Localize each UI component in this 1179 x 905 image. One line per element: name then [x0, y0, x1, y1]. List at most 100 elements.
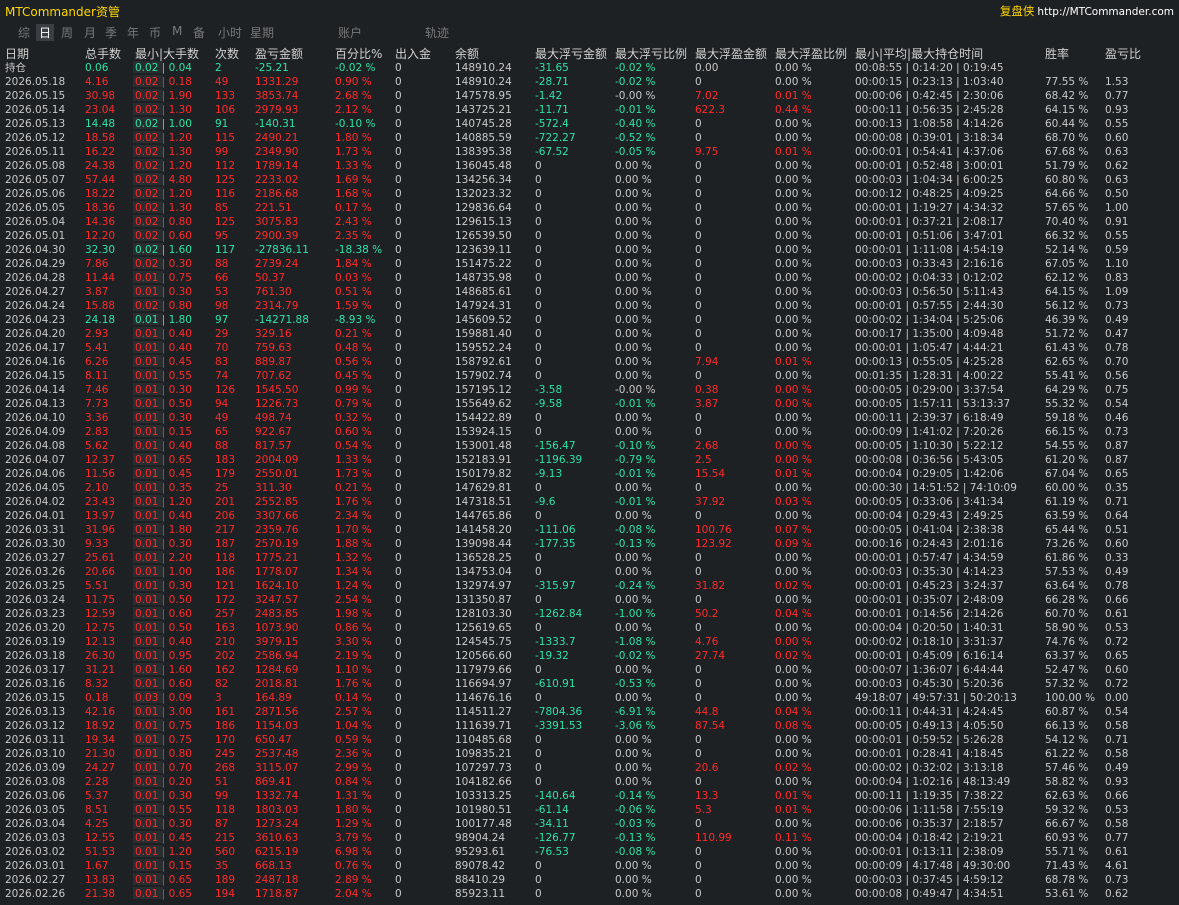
- tab-6[interactable]: 币: [149, 24, 161, 41]
- table-row[interactable]: 2026.03.13 42.16 0.01 | 3.00 161 2871.56 2.57…: [0, 705, 1179, 719]
- cell-max-float-profit: 0: [695, 328, 702, 340]
- table-row[interactable]: 2026.03.18 26.30 0.01 | 0.95 202 2586.94 2.19…: [0, 649, 1179, 663]
- table-row[interactable]: 2026.05.13 14.48 0.02 | 1.00 91 -140.31 -0.10…: [0, 117, 1179, 131]
- table-row[interactable]: 2026.03.01 1.67 0.01 | 0.15 35 668.13 0.76 % 0…: [0, 859, 1179, 873]
- tab-2[interactable]: 周: [61, 24, 73, 41]
- cell-win-rate: 61.86 %: [1045, 552, 1089, 564]
- table-row[interactable]: 2026.03.26 20.66 0.01 | 1.00 186 1778.07 1.34…: [0, 565, 1179, 579]
- header-total-lots[interactable]: 总手数: [85, 45, 121, 62]
- table-row[interactable]: 2026.03.08 2.28 0.01 | 0.20 51 869.41 0.84 % 0…: [0, 775, 1179, 789]
- table-row[interactable]: 2026.04.23 24.18 0.01 | 1.80 97 -14271.88 -8.…: [0, 313, 1179, 327]
- table-row[interactable]: 2026.04.28 11.44 0.01 | 0.75 66 50.37 0.03 % 0…: [0, 271, 1179, 285]
- header-date[interactable]: 日期: [5, 45, 29, 62]
- brand-url[interactable]: http://MTCommander.com: [1037, 6, 1174, 18]
- table-row[interactable]: 持仓 0.06 0.02 | 0.04 2 -25.21 -0.02 % 0 148910.2…: [0, 61, 1179, 75]
- tab-12[interactable]: 轨迹: [425, 24, 449, 41]
- table-row[interactable]: 2026.04.15 8.11 0.01 | 0.55 74 707.62 0.45 % 0…: [0, 369, 1179, 383]
- cell-win-rate: 67.04 %: [1045, 468, 1089, 480]
- header-min-max-lots[interactable]: 最小|大手数: [135, 45, 199, 62]
- header-max-float-loss-ratio[interactable]: 最大浮亏比例: [615, 45, 687, 62]
- table-row[interactable]: 2026.02.27 13.83 0.01 | 0.65 189 2487.18 2.89…: [0, 873, 1179, 887]
- table-row[interactable]: 2026.03.06 5.37 0.01 | 0.30 99 1332.74 1.31 %…: [0, 789, 1179, 803]
- tab-10[interactable]: 星期: [250, 24, 274, 41]
- cell-date: 2026.03.25: [5, 580, 66, 592]
- tab-7[interactable]: M: [172, 24, 182, 38]
- tab-11[interactable]: 账户: [338, 24, 362, 41]
- cell-max-float-profit: 0: [695, 622, 702, 634]
- table-row[interactable]: 2026.03.17 31.21 0.01 | 1.60 162 1284.69 1.10…: [0, 663, 1179, 677]
- header-count[interactable]: 次数: [215, 45, 239, 62]
- table-row[interactable]: 2026.03.16 8.32 0.01 | 0.60 82 2018.81 1.76 %…: [0, 677, 1179, 691]
- header-win-rate[interactable]: 胜率: [1045, 45, 1069, 62]
- table-row[interactable]: 2026.04.29 7.86 0.02 | 0.30 88 2739.24 1.84 %…: [0, 257, 1179, 271]
- table-row[interactable]: 2026.04.05 2.10 0.01 | 0.35 25 311.30 0.21 % 0…: [0, 481, 1179, 495]
- header-max-float-profit[interactable]: 最大浮盈金额: [695, 45, 767, 62]
- tab-9[interactable]: 小时: [218, 24, 242, 41]
- table-row[interactable]: 2026.03.23 12.59 0.01 | 0.60 257 2483.85 1.98…: [0, 607, 1179, 621]
- table-row[interactable]: 2026.03.20 12.75 0.01 | 0.50 163 1073.90 0.86…: [0, 621, 1179, 635]
- table-row[interactable]: 2026.04.30 32.30 0.02 | 1.60 117 -27836.11 -1…: [0, 243, 1179, 257]
- header-balance[interactable]: 余额: [455, 45, 479, 62]
- table-row[interactable]: 2026.05.04 14.36 0.02 | 0.80 125 3075.83 2.43…: [0, 215, 1179, 229]
- table-row[interactable]: 2026.04.24 15.88 0.02 | 0.80 98 2314.79 1.59 …: [0, 299, 1179, 313]
- table-row[interactable]: 2026.03.02 51.53 0.01 | 1.20 560 6215.19 6.98…: [0, 845, 1179, 859]
- table-row[interactable]: 2026.04.16 6.26 0.01 | 0.45 83 889.87 0.56 % 0…: [0, 355, 1179, 369]
- table-row[interactable]: 2026.05.11 16.22 0.02 | 1.30 99 2349.90 1.73 …: [0, 145, 1179, 159]
- cell-percent: 1.88 %: [335, 538, 372, 550]
- table-row[interactable]: 2026.03.03 12.55 0.01 | 0.45 215 3610.63 3.79…: [0, 831, 1179, 845]
- table-row[interactable]: 2026.03.19 12.13 0.01 | 0.40 210 3979.15 3.30…: [0, 635, 1179, 649]
- tab-5[interactable]: 年: [127, 24, 139, 41]
- table-row[interactable]: 2026.03.05 8.51 0.01 | 0.55 118 1803.03 1.80 …: [0, 803, 1179, 817]
- table-row[interactable]: 2026.03.11 19.34 0.01 | 0.75 170 650.47 0.59 …: [0, 733, 1179, 747]
- table-row[interactable]: 2026.05.15 30.98 0.02 | 1.90 133 3853.74 2.68…: [0, 89, 1179, 103]
- table-row[interactable]: 2026.05.05 18.36 0.02 | 1.30 85 221.51 0.17 %…: [0, 201, 1179, 215]
- cell-win-rate: 64.15 %: [1045, 286, 1089, 298]
- table-row[interactable]: 2026.04.17 5.41 0.01 | 0.40 70 759.63 0.48 % 0…: [0, 341, 1179, 355]
- table-row[interactable]: 2026.05.12 18.58 0.02 | 1.20 115 2490.21 1.80…: [0, 131, 1179, 145]
- table-row[interactable]: 2026.04.20 2.93 0.01 | 0.40 29 329.16 0.21 % 0…: [0, 327, 1179, 341]
- tab-3[interactable]: 月: [84, 24, 96, 41]
- table-row[interactable]: 2026.05.01 12.20 0.02 | 0.60 95 2900.39 2.35 …: [0, 229, 1179, 243]
- table-row[interactable]: 2026.04.01 13.97 0.01 | 0.40 206 3307.66 2.34…: [0, 509, 1179, 523]
- tab-8[interactable]: 备: [193, 24, 205, 41]
- cell-win-rate: 66.67 %: [1045, 818, 1089, 830]
- cell-balance: 117979.66: [455, 664, 512, 676]
- table-row[interactable]: 2026.05.18 4.16 0.02 | 0.18 49 1331.29 0.90 %…: [0, 75, 1179, 89]
- table-row[interactable]: 2026.04.09 2.83 0.01 | 0.15 65 922.67 0.60 % 0…: [0, 425, 1179, 439]
- table-row[interactable]: 2026.05.07 57.44 0.02 | 4.80 125 2233.02 1.69…: [0, 173, 1179, 187]
- table-row[interactable]: 2026.04.08 5.62 0.01 | 0.40 88 817.57 0.54 % 0…: [0, 439, 1179, 453]
- table-row[interactable]: 2026.04.07 12.37 0.01 | 0.65 183 2004.09 1.33…: [0, 453, 1179, 467]
- table-row[interactable]: 2026.05.08 24.38 0.02 | 1.20 112 1789.14 1.33…: [0, 159, 1179, 173]
- table-row[interactable]: 2026.04.13 7.73 0.01 | 0.50 94 1226.73 0.79 %…: [0, 397, 1179, 411]
- header-deposit[interactable]: 出入金: [395, 45, 431, 62]
- table-row[interactable]: 2026.03.12 18.92 0.01 | 0.75 186 1154.03 1.04…: [0, 719, 1179, 733]
- table-row[interactable]: 2026.03.31 31.96 0.01 | 1.80 217 2359.76 1.70…: [0, 523, 1179, 537]
- table-row[interactable]: 2026.03.25 5.51 0.01 | 0.30 121 1624.10 1.24 …: [0, 579, 1179, 593]
- table-row[interactable]: 2026.04.06 11.56 0.01 | 0.45 179 2550.01 1.73…: [0, 467, 1179, 481]
- table-row[interactable]: 2026.03.10 21.30 0.01 | 0.80 245 2537.48 2.36…: [0, 747, 1179, 761]
- table-row[interactable]: 2026.03.27 25.61 0.01 | 2.20 118 1775.21 1.32…: [0, 551, 1179, 565]
- tab-0[interactable]: 综: [18, 24, 30, 41]
- tab-1[interactable]: 日: [36, 24, 55, 41]
- table-row[interactable]: 2026.03.04 4.25 0.01 | 0.30 87 1273.24 1.29 %…: [0, 817, 1179, 831]
- table-row[interactable]: 2026.03.09 24.27 0.01 | 0.70 268 3115.07 2.99…: [0, 761, 1179, 775]
- header-max-float-loss[interactable]: 最大浮亏金额: [535, 45, 607, 62]
- table-row[interactable]: 2026.03.30 9.33 0.01 | 0.30 187 2570.19 1.88 …: [0, 537, 1179, 551]
- table-row[interactable]: 2026.04.02 23.43 0.01 | 1.20 201 2552.85 1.76…: [0, 495, 1179, 509]
- header-pnl-ratio[interactable]: 盈亏比: [1105, 45, 1141, 62]
- table-row[interactable]: 2026.04.14 7.46 0.01 | 0.30 126 1545.50 0.99 …: [0, 383, 1179, 397]
- header-max-float-profit-ratio[interactable]: 最大浮盈比例: [775, 45, 847, 62]
- table-row[interactable]: 2026.05.14 23.04 0.02 | 1.30 106 2979.93 2.12…: [0, 103, 1179, 117]
- tab-4[interactable]: 季: [105, 24, 117, 41]
- table-row[interactable]: 2026.03.24 11.75 0.01 | 0.50 172 3247.57 2.54…: [0, 593, 1179, 607]
- table-row[interactable]: 2026.04.27 3.87 0.01 | 0.30 53 761.30 0.51 % 0…: [0, 285, 1179, 299]
- table-row[interactable]: 2026.02.26 21.38 0.01 | 0.65 194 1718.87 2.04…: [0, 887, 1179, 901]
- table-row[interactable]: 2026.04.10 3.36 0.01 | 0.30 49 498.74 0.32 % 0…: [0, 411, 1179, 425]
- header-hold-time[interactable]: 最小|平均|最大持仓时间: [855, 45, 983, 62]
- header-percent[interactable]: 百分比%: [335, 45, 382, 62]
- table-row[interactable]: 2026.05.06 18.22 0.02 | 1.20 116 2186.68 1.68…: [0, 187, 1179, 201]
- header-pnl[interactable]: 盈亏金额: [255, 45, 303, 62]
- brand[interactable]: 复盘侠 http://MTCommander.com: [1000, 3, 1174, 19]
- table-row[interactable]: 2026.03.15 0.18 0.03 | 0.09 3 164.89 0.14 % 0 1…: [0, 691, 1179, 705]
- cell-max-float-profit: 37.92: [695, 496, 726, 508]
